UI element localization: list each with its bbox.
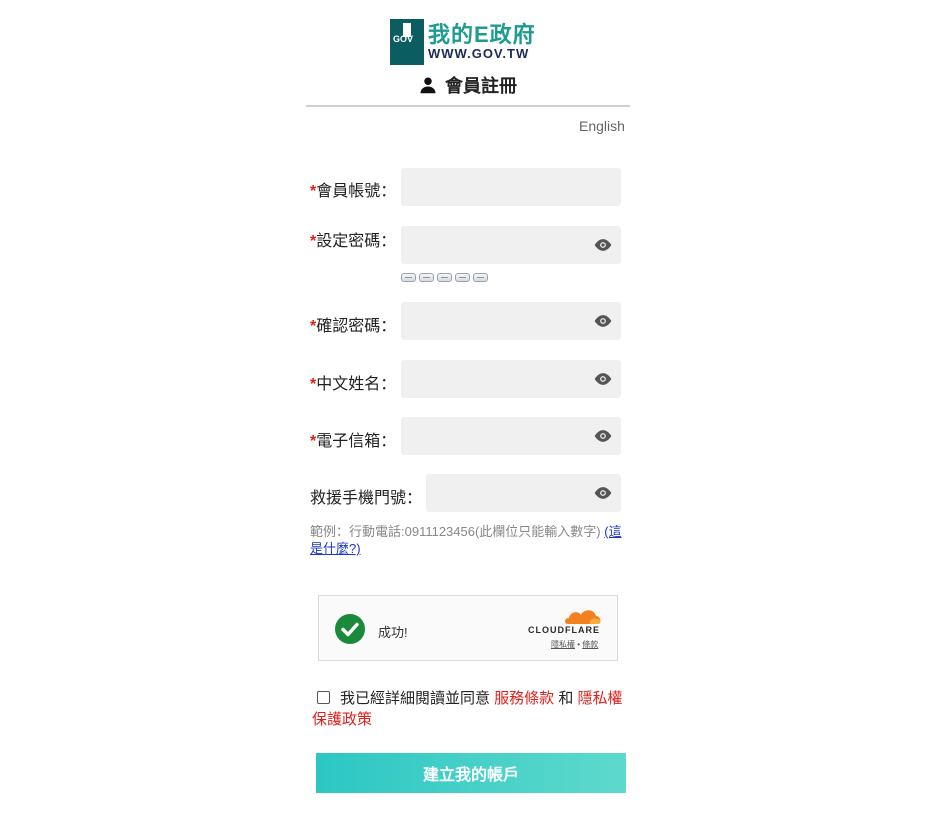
strength-segment: [419, 273, 434, 282]
success-check-icon: [335, 614, 365, 644]
password-label: *設定密碼：: [310, 233, 397, 250]
password-strength-meter: [401, 269, 501, 282]
captcha-terms-link[interactable]: 條款: [582, 640, 598, 649]
strength-segment: [455, 273, 470, 282]
account-label: *會員帳號：: [310, 183, 397, 200]
rescue-phone-label: 救援手機門號：: [310, 490, 423, 507]
password-input[interactable]: [401, 226, 621, 264]
cloudflare-brand: CLOUDFLARE: [528, 625, 600, 635]
strength-segment: [437, 273, 452, 282]
captcha-status: 成功!: [378, 625, 408, 640]
gov-badge-text: GOV: [393, 34, 414, 44]
strength-segment: [473, 273, 488, 282]
eye-icon[interactable]: [593, 486, 613, 500]
create-account-button[interactable]: 建立我的帳戶: [316, 753, 626, 793]
eye-icon[interactable]: [593, 314, 613, 328]
eye-icon[interactable]: [593, 429, 613, 443]
header-divider: [306, 105, 630, 107]
agreement-prefix: 我已經詳細閱讀並同意: [340, 690, 495, 707]
terms-link[interactable]: 服務條款: [494, 690, 554, 707]
email-input[interactable]: [401, 417, 621, 455]
account-input[interactable]: [401, 168, 621, 206]
phone-hint-text: 範例：行動電話:0911123456(此欄位只能輸入數字): [310, 524, 605, 539]
cloudflare-captcha[interactable]: 成功! CLOUDFLARE 隱私權 • 條款: [318, 595, 618, 661]
captcha-privacy-link[interactable]: 隱私權: [551, 640, 575, 649]
page-title-text: 會員註冊: [445, 76, 517, 96]
rescue-phone-input[interactable]: [426, 474, 621, 512]
eye-icon[interactable]: [593, 372, 613, 386]
language-link-english[interactable]: English: [579, 118, 625, 134]
logo-title: 我的E政府: [428, 22, 536, 47]
gov-logo-mark: GOV: [390, 19, 424, 65]
email-label: *電子信箱：: [310, 433, 397, 450]
chinese-name-input[interactable]: [401, 360, 621, 398]
person-icon: [420, 77, 436, 94]
agree-checkbox[interactable]: [317, 691, 330, 704]
eye-icon[interactable]: [593, 238, 613, 252]
chinese-name-label: *中文姓名：: [310, 376, 397, 393]
logo-url: WWW.GOV.TW: [428, 46, 530, 61]
cloudflare-cloud-icon: [565, 610, 601, 624]
confirm-password-label: *確認密碼：: [310, 318, 397, 335]
page-title: 會員註冊: [306, 72, 630, 100]
agreement: 我已經詳細閱讀並同意 服務條款 和 隱私權保護政策: [312, 688, 626, 730]
gov-logo[interactable]: GOV 我的E政府 WWW.GOV.TW: [390, 19, 550, 67]
confirm-password-input[interactable]: [401, 302, 621, 340]
captcha-links: 隱私權 • 條款: [551, 640, 599, 649]
agreement-and: 和: [554, 690, 578, 707]
phone-hint: 範例：行動電話:0911123456(此欄位只能輸入數字) (這是什麼?): [310, 523, 626, 557]
strength-segment: [401, 273, 416, 282]
